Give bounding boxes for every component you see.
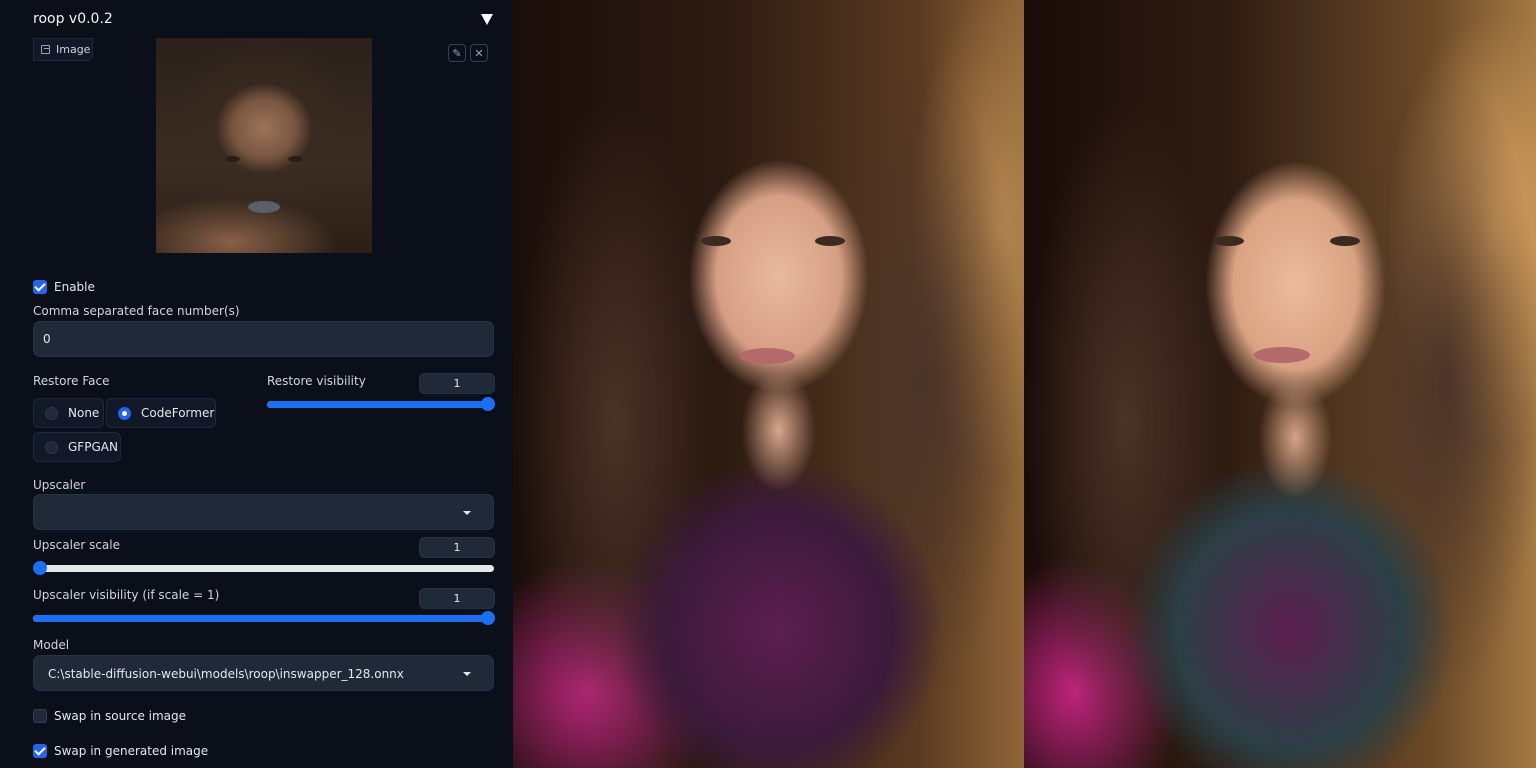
source-eye-left [226,156,240,162]
model-value: C:\stable-diffusion-webui\models\roop\in… [48,667,404,681]
swap-generated-checkbox[interactable] [33,744,47,758]
image-tab-label: Image [56,43,91,56]
portrait-lips [739,348,795,364]
image-icon [41,45,50,54]
swap-source-checkbox[interactable] [33,709,47,723]
face-numbers-label: Comma separated face number(s) [33,304,240,318]
pencil-icon[interactable]: ✎ [448,44,466,62]
triangle-down-icon[interactable] [481,14,493,25]
radio-codeformer-label: CodeFormer [141,406,215,420]
slider-fill [33,615,488,622]
enable-label: Enable [54,280,95,294]
swap-source-label: Swap in source image [54,709,187,723]
enable-checkbox[interactable] [33,280,47,294]
radio-gfpgan[interactable]: GFPGAN [33,432,121,462]
restore-visibility-label: Restore visibility [267,374,366,388]
model-label: Model [33,638,70,652]
source-eye-right [288,156,302,162]
upscaler-scale-label: Upscaler scale [33,538,120,552]
upscaler-visibility-number[interactable]: 1 [419,588,495,609]
restore-visibility-slider[interactable] [267,397,495,411]
radio-dot-gfpgan [45,440,58,454]
slider-thumb[interactable] [33,561,47,575]
radio-dot-codeformer [118,406,131,420]
restore-visibility-number[interactable]: 1 [419,373,495,394]
close-icon[interactable]: ✕ [470,44,488,62]
image-tab[interactable]: Image [33,38,93,61]
portrait-eye [1214,236,1244,246]
face-numbers-input[interactable]: 0 [33,321,494,357]
upscaler-scale-slider[interactable] [33,561,494,575]
model-dropdown[interactable]: C:\stable-diffusion-webui\models\roop\in… [33,655,494,691]
roop-panel: roop v0.0.2 Image ✎ ✕ Enable Comma separ… [0,0,513,768]
radio-none[interactable]: None [33,398,104,428]
slider-fill [267,401,488,408]
portrait-eye [1330,236,1360,246]
swap-generated-label: Swap in generated image [54,744,209,758]
original-portrait-image [513,0,1024,768]
chevron-down-icon [463,672,471,676]
swapped-portrait-image [1024,0,1536,768]
slider-thumb[interactable] [481,397,495,411]
upscaler-scale-number[interactable]: 1 [419,537,495,558]
radio-none-label: None [68,406,100,420]
radio-gfpgan-label: GFPGAN [68,440,118,454]
slider-thumb[interactable] [481,611,495,625]
portrait-lips [1254,347,1310,363]
upscaler-label: Upscaler [33,478,86,492]
upscaler-dropdown[interactable] [33,494,494,530]
radio-codeformer[interactable]: CodeFormer [106,398,216,428]
restore-face-label: Restore Face [33,374,110,388]
chevron-down-icon [463,511,471,515]
radio-dot-none [45,406,58,420]
source-lips [248,201,280,213]
portrait-eye [815,236,845,246]
portrait-eye [701,236,731,246]
panel-title: roop v0.0.2 [33,11,113,27]
upscaler-visibility-label: Upscaler visibility (if scale = 1) [33,588,220,602]
source-face-image[interactable] [156,38,372,253]
upscaler-visibility-slider[interactable] [33,611,495,625]
